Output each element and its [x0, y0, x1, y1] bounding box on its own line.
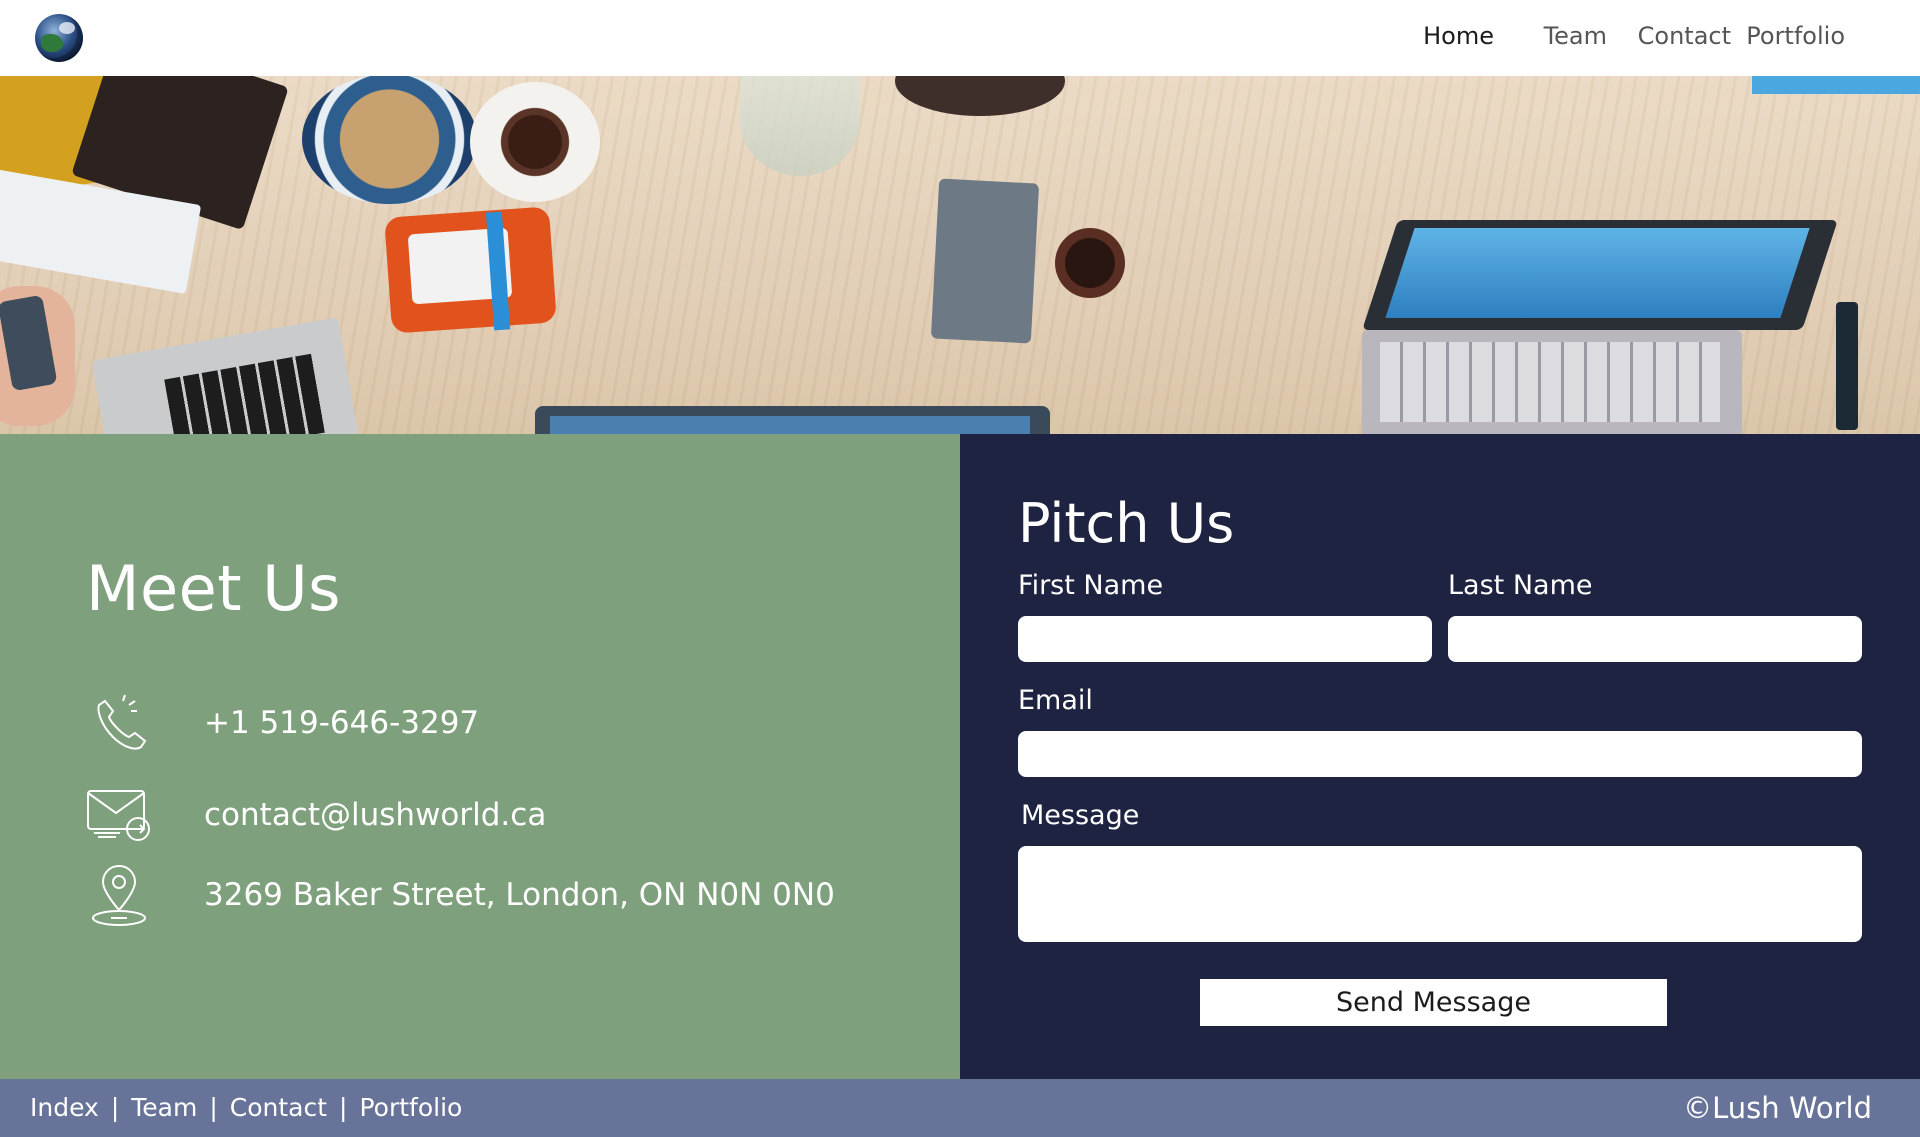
last-name-input[interactable] [1448, 616, 1862, 662]
phone-icon [86, 690, 152, 756]
email-address[interactable]: contact@lushworld.ca [204, 797, 546, 833]
last-name-label: Last Name [1448, 570, 1593, 601]
send-message-button[interactable]: Send Message [1200, 979, 1667, 1026]
laptop-right-display [1385, 228, 1810, 318]
mail-icon [86, 782, 152, 848]
footer-portfolio-link[interactable]: Portfolio [359, 1093, 462, 1122]
coffee-cup [470, 82, 600, 202]
footer-index-link[interactable]: Index [30, 1093, 99, 1122]
copyright-text: ©Lush World [1683, 1091, 1872, 1125]
first-name-label: First Name [1018, 570, 1164, 601]
email-input[interactable] [1018, 731, 1862, 777]
top-navbar: Home Team Contact Portfolio [0, 0, 1920, 76]
footer-separator: | [209, 1093, 218, 1122]
nav-portfolio-link[interactable]: Portfolio [1746, 22, 1845, 50]
email-label: Email [1018, 685, 1093, 716]
laptop-center-screen [550, 416, 1030, 434]
email-row: contact@lushworld.ca [86, 782, 546, 848]
marker-pen [1836, 302, 1858, 430]
meet-us-section: Meet Us +1 519-646-3297 contact@lushworl… [0, 434, 960, 1079]
hero-desk-image [0, 76, 1920, 434]
meet-us-title: Meet Us [86, 552, 341, 625]
nav-contact-link[interactable]: Contact [1638, 22, 1731, 50]
pitch-us-form: Pitch Us First Name Last Name Email Mess… [960, 434, 1920, 1079]
footer-team-link[interactable]: Team [131, 1093, 197, 1122]
message-label: Message [1021, 800, 1140, 831]
pitch-us-title: Pitch Us [1018, 492, 1235, 555]
footer-links: Index | Team | Contact | Portfolio [30, 1093, 462, 1122]
footer: Index | Team | Contact | Portfolio ©Lush… [0, 1079, 1920, 1137]
phone-row: +1 519-646-3297 [86, 690, 479, 756]
footer-separator: | [339, 1093, 348, 1122]
address-row: 3269 Baker Street, London, ON N0N 0N0 [86, 862, 835, 928]
location-pin-icon [86, 862, 152, 928]
footer-contact-link[interactable]: Contact [230, 1093, 327, 1122]
nav-home-link[interactable]: Home [1423, 22, 1494, 50]
globe-logo-icon[interactable] [35, 14, 83, 62]
street-address: 3269 Baker Street, London, ON N0N 0N0 [204, 877, 835, 913]
grey-hard-drive [930, 178, 1040, 344]
first-name-input[interactable] [1018, 616, 1432, 662]
laptop-right-keys [1380, 342, 1720, 422]
footer-separator: | [110, 1093, 120, 1122]
blue-ruler [1752, 76, 1920, 94]
nav-team-link[interactable]: Team [1544, 22, 1607, 50]
message-textarea[interactable] [1018, 846, 1862, 942]
pistachio-bowl [302, 76, 477, 204]
espresso-cup [1055, 228, 1125, 298]
phone-number[interactable]: +1 519-646-3297 [204, 705, 479, 741]
